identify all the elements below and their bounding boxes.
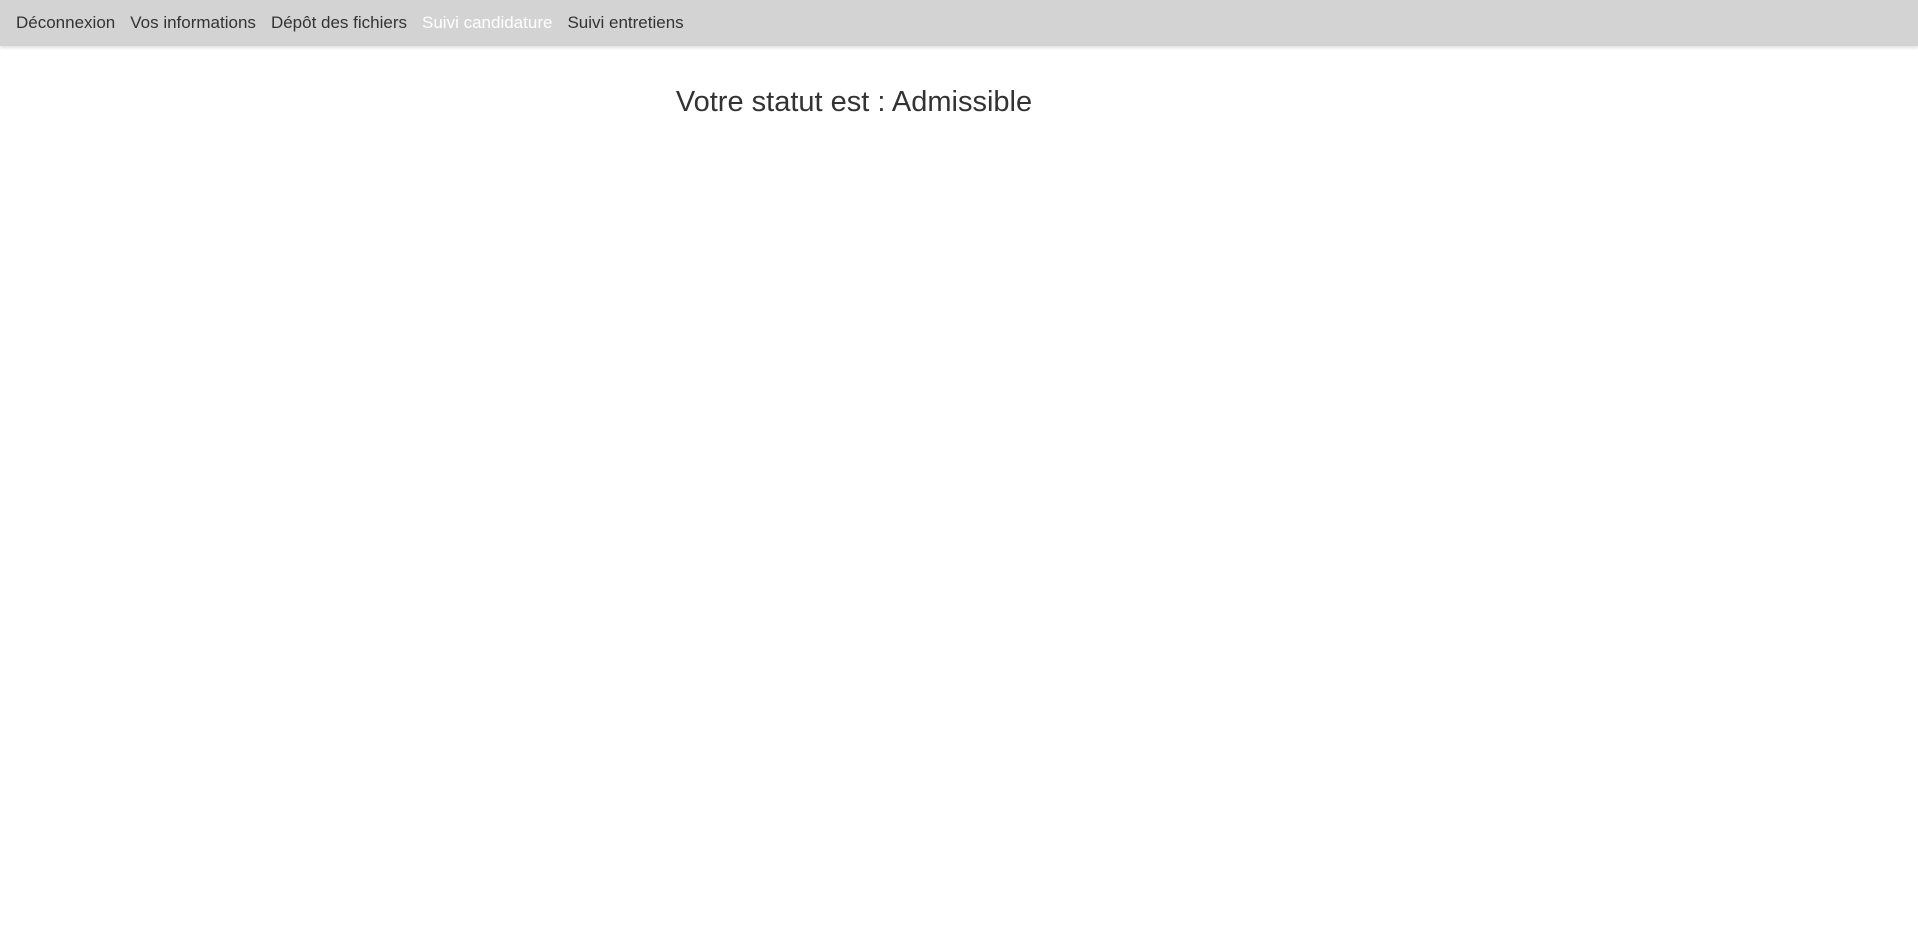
status-heading: Votre statut est : Admissible (675, 86, 1033, 118)
top-navbar: Déconnexion Vos informations Dépôt des f… (0, 0, 1918, 46)
nav-item-suivi-entretiens[interactable]: Suivi entretiens (567, 0, 683, 46)
nav-item-depot-des-fichiers[interactable]: Dépôt des fichiers (271, 0, 407, 46)
nav-item-deconnexion[interactable]: Déconnexion (16, 0, 115, 46)
nav-item-vos-informations[interactable]: Vos informations (130, 0, 256, 46)
nav-item-suivi-candidature[interactable]: Suivi candidature (422, 0, 552, 46)
